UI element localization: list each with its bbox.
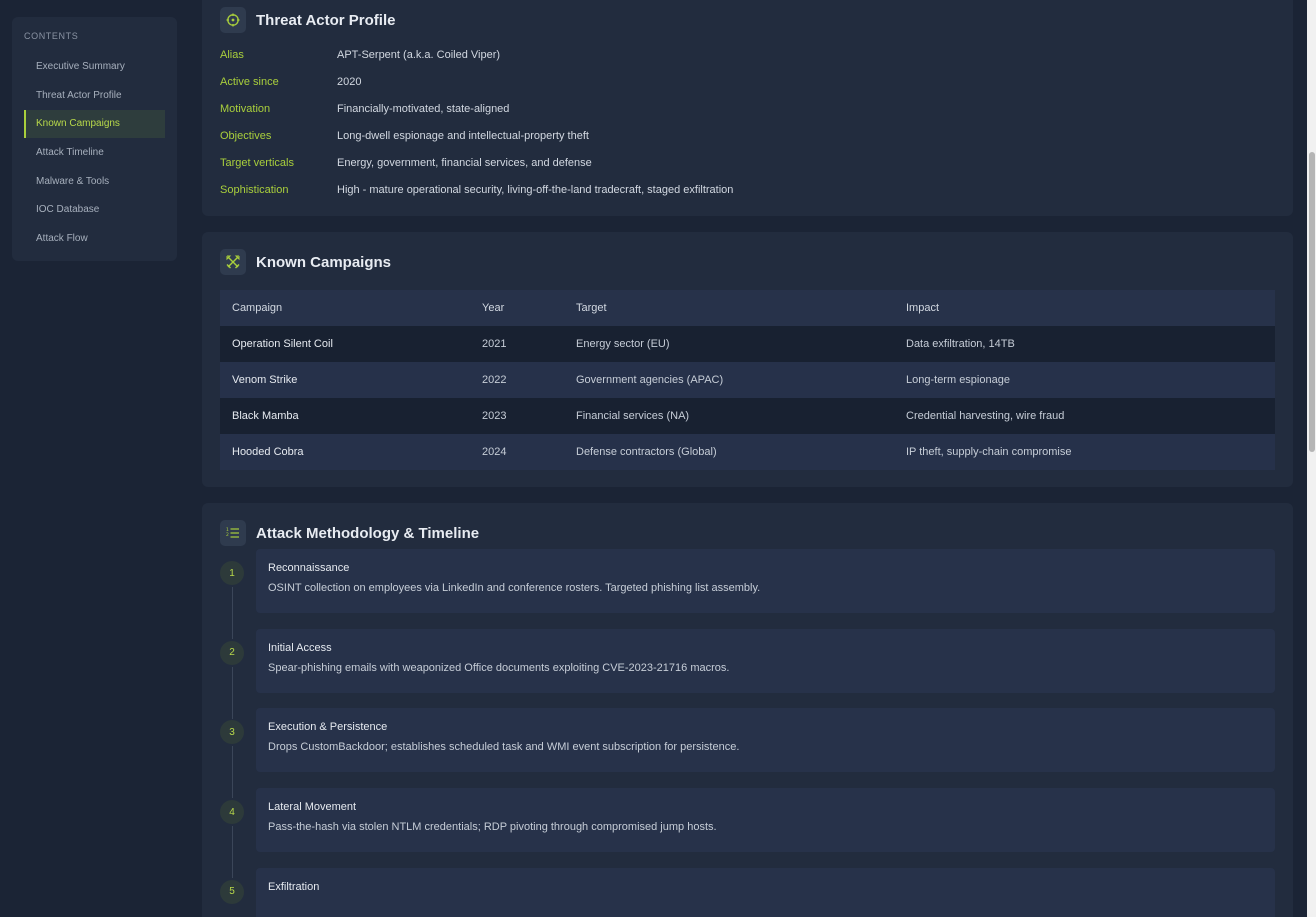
step-title: Execution & Persistence <box>268 721 388 734</box>
step-number-badge: 2 <box>220 640 244 665</box>
step-card: Initial Access Spear-phishing emails wit… <box>256 628 1275 693</box>
section-header: Threat Actor Profile <box>220 6 1275 34</box>
table-cell: Long-term espionage <box>894 362 1275 398</box>
profile-key: Sophistication <box>220 183 289 196</box>
report-page: CONTENTS Executive Summary Threat Actor … <box>0 0 1316 917</box>
timeline-connector <box>231 666 233 719</box>
section-title: Known Campaigns <box>256 253 392 271</box>
attack-methodology-section: 1 2 Attack Methodology & Timeline 1 Reco… <box>202 503 1293 917</box>
table-cell: Government agencies (APAC) <box>564 362 894 398</box>
toc-item-malware-tools[interactable]: Malware & Tools <box>24 168 165 196</box>
table-header-row: Campaign Year Target Impact <box>220 290 1275 326</box>
toc-item-attack-flow[interactable]: Attack Flow <box>24 225 165 253</box>
toc-item-known-campaigns[interactable]: Known Campaigns <box>24 110 165 139</box>
step-description: Spear-phishing emails with weaponized Of… <box>268 661 730 674</box>
profile-key: Target verticals <box>220 156 294 169</box>
timeline-connector <box>231 746 233 799</box>
step-number-badge: 5 <box>220 879 244 904</box>
column-header-target[interactable]: Target <box>564 290 894 326</box>
table-cell: IP theft, supply-chain compromise <box>894 434 1275 470</box>
profile-key: Active since <box>220 75 279 88</box>
known-campaigns-section: Known Campaigns Campaign Year Target Imp… <box>202 232 1293 487</box>
profile-row: Sophistication High - mature operational… <box>220 176 1275 203</box>
step-number-badge: 3 <box>220 720 244 745</box>
numbered-list-icon: 1 2 <box>220 520 246 546</box>
profile-row: Objectives Long-dwell espionage and inte… <box>220 122 1275 149</box>
table-cell: 2024 <box>470 434 564 470</box>
profile-row: Target verticals Energy, government, fin… <box>220 149 1275 176</box>
section-header: 1 2 Attack Methodology & Timeline <box>220 519 1275 547</box>
crossed-swords-icon <box>220 249 246 275</box>
step-title: Lateral Movement <box>268 801 357 814</box>
profile-value: Long-dwell espionage and intellectual-pr… <box>337 129 589 142</box>
table-cell: Venom Strike <box>220 362 470 398</box>
table-cell: Hooded Cobra <box>220 434 470 470</box>
table-cell: 2022 <box>470 362 564 398</box>
profile-row: Motivation Financially-motivated, state-… <box>220 95 1275 122</box>
step-title: Exfiltration <box>268 880 320 893</box>
table-cell: Data exfiltration, 14TB <box>894 326 1275 362</box>
crosshair-icon <box>220 7 246 33</box>
table-cell: Black Mamba <box>220 398 470 434</box>
step-card: Execution & Persistence Drops CustomBack… <box>256 708 1275 773</box>
column-header-impact[interactable]: Impact <box>894 290 1275 326</box>
svg-text:2: 2 <box>226 532 229 538</box>
step-description: OSINT collection on employees via Linked… <box>268 582 761 594</box>
toc-item-ioc-database[interactable]: IOC Database <box>24 196 165 224</box>
step-number-badge: 4 <box>220 800 244 825</box>
table-cell: 2021 <box>470 326 564 362</box>
table-cell: Operation Silent Coil <box>220 326 470 362</box>
profile-value: Financially-motivated, state-aligned <box>337 102 510 115</box>
profile-value: APT-Serpent (a.k.a. Coiled Viper) <box>337 48 501 61</box>
table-cell: Credential harvesting, wire fraud <box>894 398 1275 434</box>
step-title: Initial Access <box>268 641 332 654</box>
step-description: Drops CustomBackdoor; establishes schedu… <box>268 741 740 754</box>
table-cell: Defense contractors (Global) <box>564 434 894 470</box>
profile-row: Active since 2020 <box>220 68 1275 95</box>
threat-actor-profile-section: Threat Actor Profile Alias APT-Serpent (… <box>202 0 1293 216</box>
profile-key: Motivation <box>220 102 271 115</box>
step-card: Lateral Movement Pass-the-hash via stole… <box>256 788 1275 853</box>
toc-item-executive-summary[interactable]: Executive Summary <box>24 53 165 81</box>
profile-value: High - mature operational security, livi… <box>337 183 734 196</box>
timeline-connector <box>231 587 233 639</box>
toc-heading: CONTENTS <box>24 31 79 41</box>
scrollbar-track[interactable] <box>1307 0 1316 917</box>
timeline-connector <box>231 826 233 879</box>
step-title: Reconnaissance <box>268 562 350 574</box>
section-header: Known Campaigns <box>220 248 1275 276</box>
table-cell: Energy sector (EU) <box>564 326 894 362</box>
table-of-contents: CONTENTS Executive Summary Threat Actor … <box>12 17 177 261</box>
step-card: Exfiltration <box>256 867 1275 917</box>
step-description: Pass-the-hash via stolen NTLM credential… <box>268 821 717 834</box>
column-header-campaign[interactable]: Campaign <box>220 290 470 326</box>
toc-item-threat-actor-profile[interactable]: Threat Actor Profile <box>24 82 165 110</box>
step-card: Reconnaissance OSINT collection on emplo… <box>256 549 1275 613</box>
profile-list: Alias APT-Serpent (a.k.a. Coiled Viper) … <box>220 41 1275 203</box>
table-cell: 2023 <box>470 398 564 434</box>
step-number-badge: 1 <box>220 561 244 585</box>
profile-key: Objectives <box>220 129 272 142</box>
profile-value: 2020 <box>337 75 362 88</box>
profile-value: Energy, government, financial services, … <box>337 156 592 169</box>
profile-key: Alias <box>220 48 244 61</box>
table-row: Operation Silent Coil 2021 Energy sector… <box>220 326 1275 362</box>
table-row: Venom Strike 2022 Government agencies (A… <box>220 362 1275 398</box>
section-title: Threat Actor Profile <box>256 11 396 29</box>
table-row: Black Mamba 2023 Financial services (NA)… <box>220 398 1275 434</box>
profile-row: Alias APT-Serpent (a.k.a. Coiled Viper) <box>220 41 1275 68</box>
toc-item-attack-timeline[interactable]: Attack Timeline <box>24 139 165 167</box>
timeline-step: 5 Exfiltration <box>220 867 1275 917</box>
timeline: 1 Reconnaissance OSINT collection on emp… <box>220 549 1275 917</box>
scrollbar-thumb[interactable] <box>1309 152 1315 452</box>
section-title: Attack Methodology & Timeline <box>256 524 480 542</box>
column-header-year[interactable]: Year <box>470 290 564 326</box>
campaigns-table: Campaign Year Target Impact Operation Si… <box>220 290 1275 470</box>
table-cell: Financial services (NA) <box>564 398 894 434</box>
table-row: Hooded Cobra 2024 Defense contractors (G… <box>220 434 1275 470</box>
